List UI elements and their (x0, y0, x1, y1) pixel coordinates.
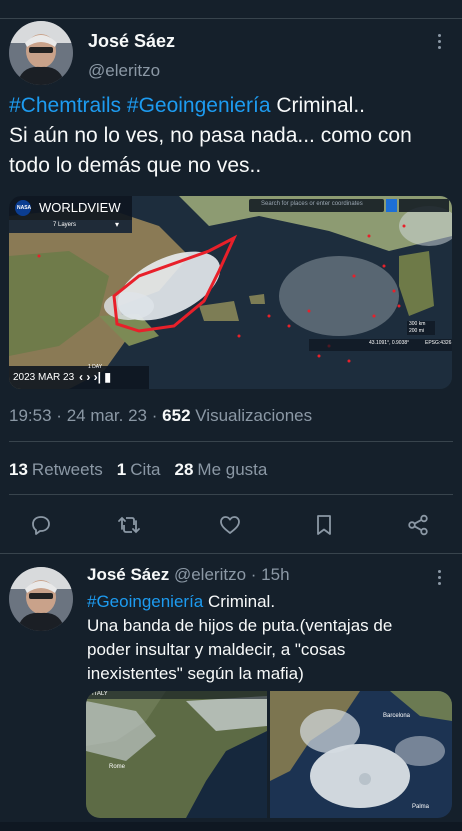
bottom-edge (0, 822, 462, 831)
map-controls-icon: ‹ › ›| ▮ (79, 370, 111, 384)
author-handle[interactable]: @eleritzo (88, 61, 160, 81)
retweet-icon (118, 516, 140, 534)
bookmark-button[interactable] (306, 507, 342, 543)
worldview-brand: WORLDVIEW (39, 200, 121, 215)
divider (9, 494, 453, 495)
map-label-italy: ITALY (92, 691, 108, 697)
meta-separator: · (250, 565, 257, 584)
avatar[interactable] (9, 21, 73, 85)
likes-label: Me gusta (197, 460, 268, 479)
tweet-text: #Chemtrails #Geoingeniería Criminal.. Si… (9, 91, 449, 181)
bookmark-icon (317, 515, 331, 535)
avatar-photo-icon (9, 567, 73, 631)
map-label-barcelona: Barcelona (383, 713, 411, 719)
share-icon (408, 514, 428, 536)
views-count: 652 (162, 406, 191, 425)
reply-button[interactable] (23, 507, 59, 543)
reply-text-line1: Criminal. (208, 592, 276, 611)
reply-header: José Sáez @eleritzo · 15h (87, 565, 290, 585)
heart-icon (220, 516, 240, 534)
tweet-stats: 13 Retweets 1 Cita 28 Me gusta (9, 460, 267, 480)
like-button[interactable] (212, 507, 248, 543)
tweet-text-line1: Criminal.. (276, 94, 366, 117)
retweet-button[interactable] (111, 507, 147, 543)
tweet-meta: 19:53 · 24 mar. 23 · 652 Visualizaciones (9, 406, 312, 426)
reply-text-body: Una banda de hijos de puta.(ventajas de … (87, 616, 393, 683)
reply-icon (32, 516, 50, 535)
map-label-palma: Palma (412, 804, 430, 810)
divider (0, 553, 462, 554)
likes-count: 28 (174, 460, 194, 479)
chevron-down-icon: ▾ (115, 220, 120, 229)
tweet-text-body: Si aún no lo ves, no pasa nada... como c… (9, 124, 412, 177)
likes-stat[interactable]: 28 Me gusta (175, 460, 268, 480)
map-label-rome: Rome (109, 764, 126, 770)
reply-text: #Geoingeniería Criminal. Una banda de hi… (87, 590, 437, 686)
divider (9, 441, 453, 442)
satellite-spain-icon (270, 691, 452, 818)
hashtag-link[interactable]: #Geoingeniería (87, 592, 203, 611)
tweet-media-image[interactable]: NASA WORLDVIEW 7 Layers ▾ Search for pla… (9, 196, 452, 389)
author-name[interactable]: José Sáez (87, 565, 169, 584)
map-coords: 43.1091°, 0.9038° (369, 340, 410, 346)
share-button[interactable] (400, 507, 436, 543)
tweet-date[interactable]: 24 mar. 23 (67, 406, 147, 425)
retweets-label: Retweets (31, 460, 103, 479)
map-scale-km: 300 km (409, 321, 426, 327)
map-scale-mi: 200 mi (409, 328, 425, 334)
meta-separator: · (56, 406, 62, 425)
quotes-stat[interactable]: 1 Cita (117, 460, 161, 480)
hashtag-link[interactable]: #Geoingeniería (127, 94, 271, 117)
nasa-logo: NASA (17, 205, 32, 211)
reply-media-image[interactable]: ITALY Rome (86, 691, 267, 818)
satellite-italy-icon (86, 691, 267, 818)
quotes-label: Cita (130, 460, 161, 479)
more-options-icon[interactable] (438, 570, 441, 585)
retweets-stat[interactable]: 13 Retweets (9, 460, 103, 480)
tweet-actions (0, 507, 462, 543)
map-projection: EPSG:4326 (425, 340, 452, 346)
reply-time[interactable]: 15h (261, 565, 289, 584)
top-divider (0, 18, 462, 19)
meta-separator: · (151, 406, 158, 425)
avatar-photo-icon (9, 21, 73, 85)
retweets-count: 13 (9, 460, 28, 479)
views-label: Visualizaciones (195, 406, 313, 425)
reply-media: ITALY Rome Barcelona Palma (86, 691, 452, 818)
hashtag-link[interactable]: #Chemtrails (9, 94, 121, 117)
more-options-icon[interactable] (438, 34, 441, 49)
quotes-count: 1 (116, 460, 127, 479)
author-name[interactable]: José Sáez (88, 31, 175, 52)
avatar[interactable] (9, 567, 73, 631)
map-date: 2023 MAR 23 (13, 372, 75, 383)
layers-label: 7 Layers (53, 222, 77, 228)
author-handle[interactable]: @eleritzo (174, 565, 246, 584)
tweet-time[interactable]: 19:53 (9, 406, 52, 425)
map-search-input: Search for places or enter coordinates (261, 201, 363, 207)
reply-media-image[interactable]: Barcelona Palma (270, 691, 452, 818)
